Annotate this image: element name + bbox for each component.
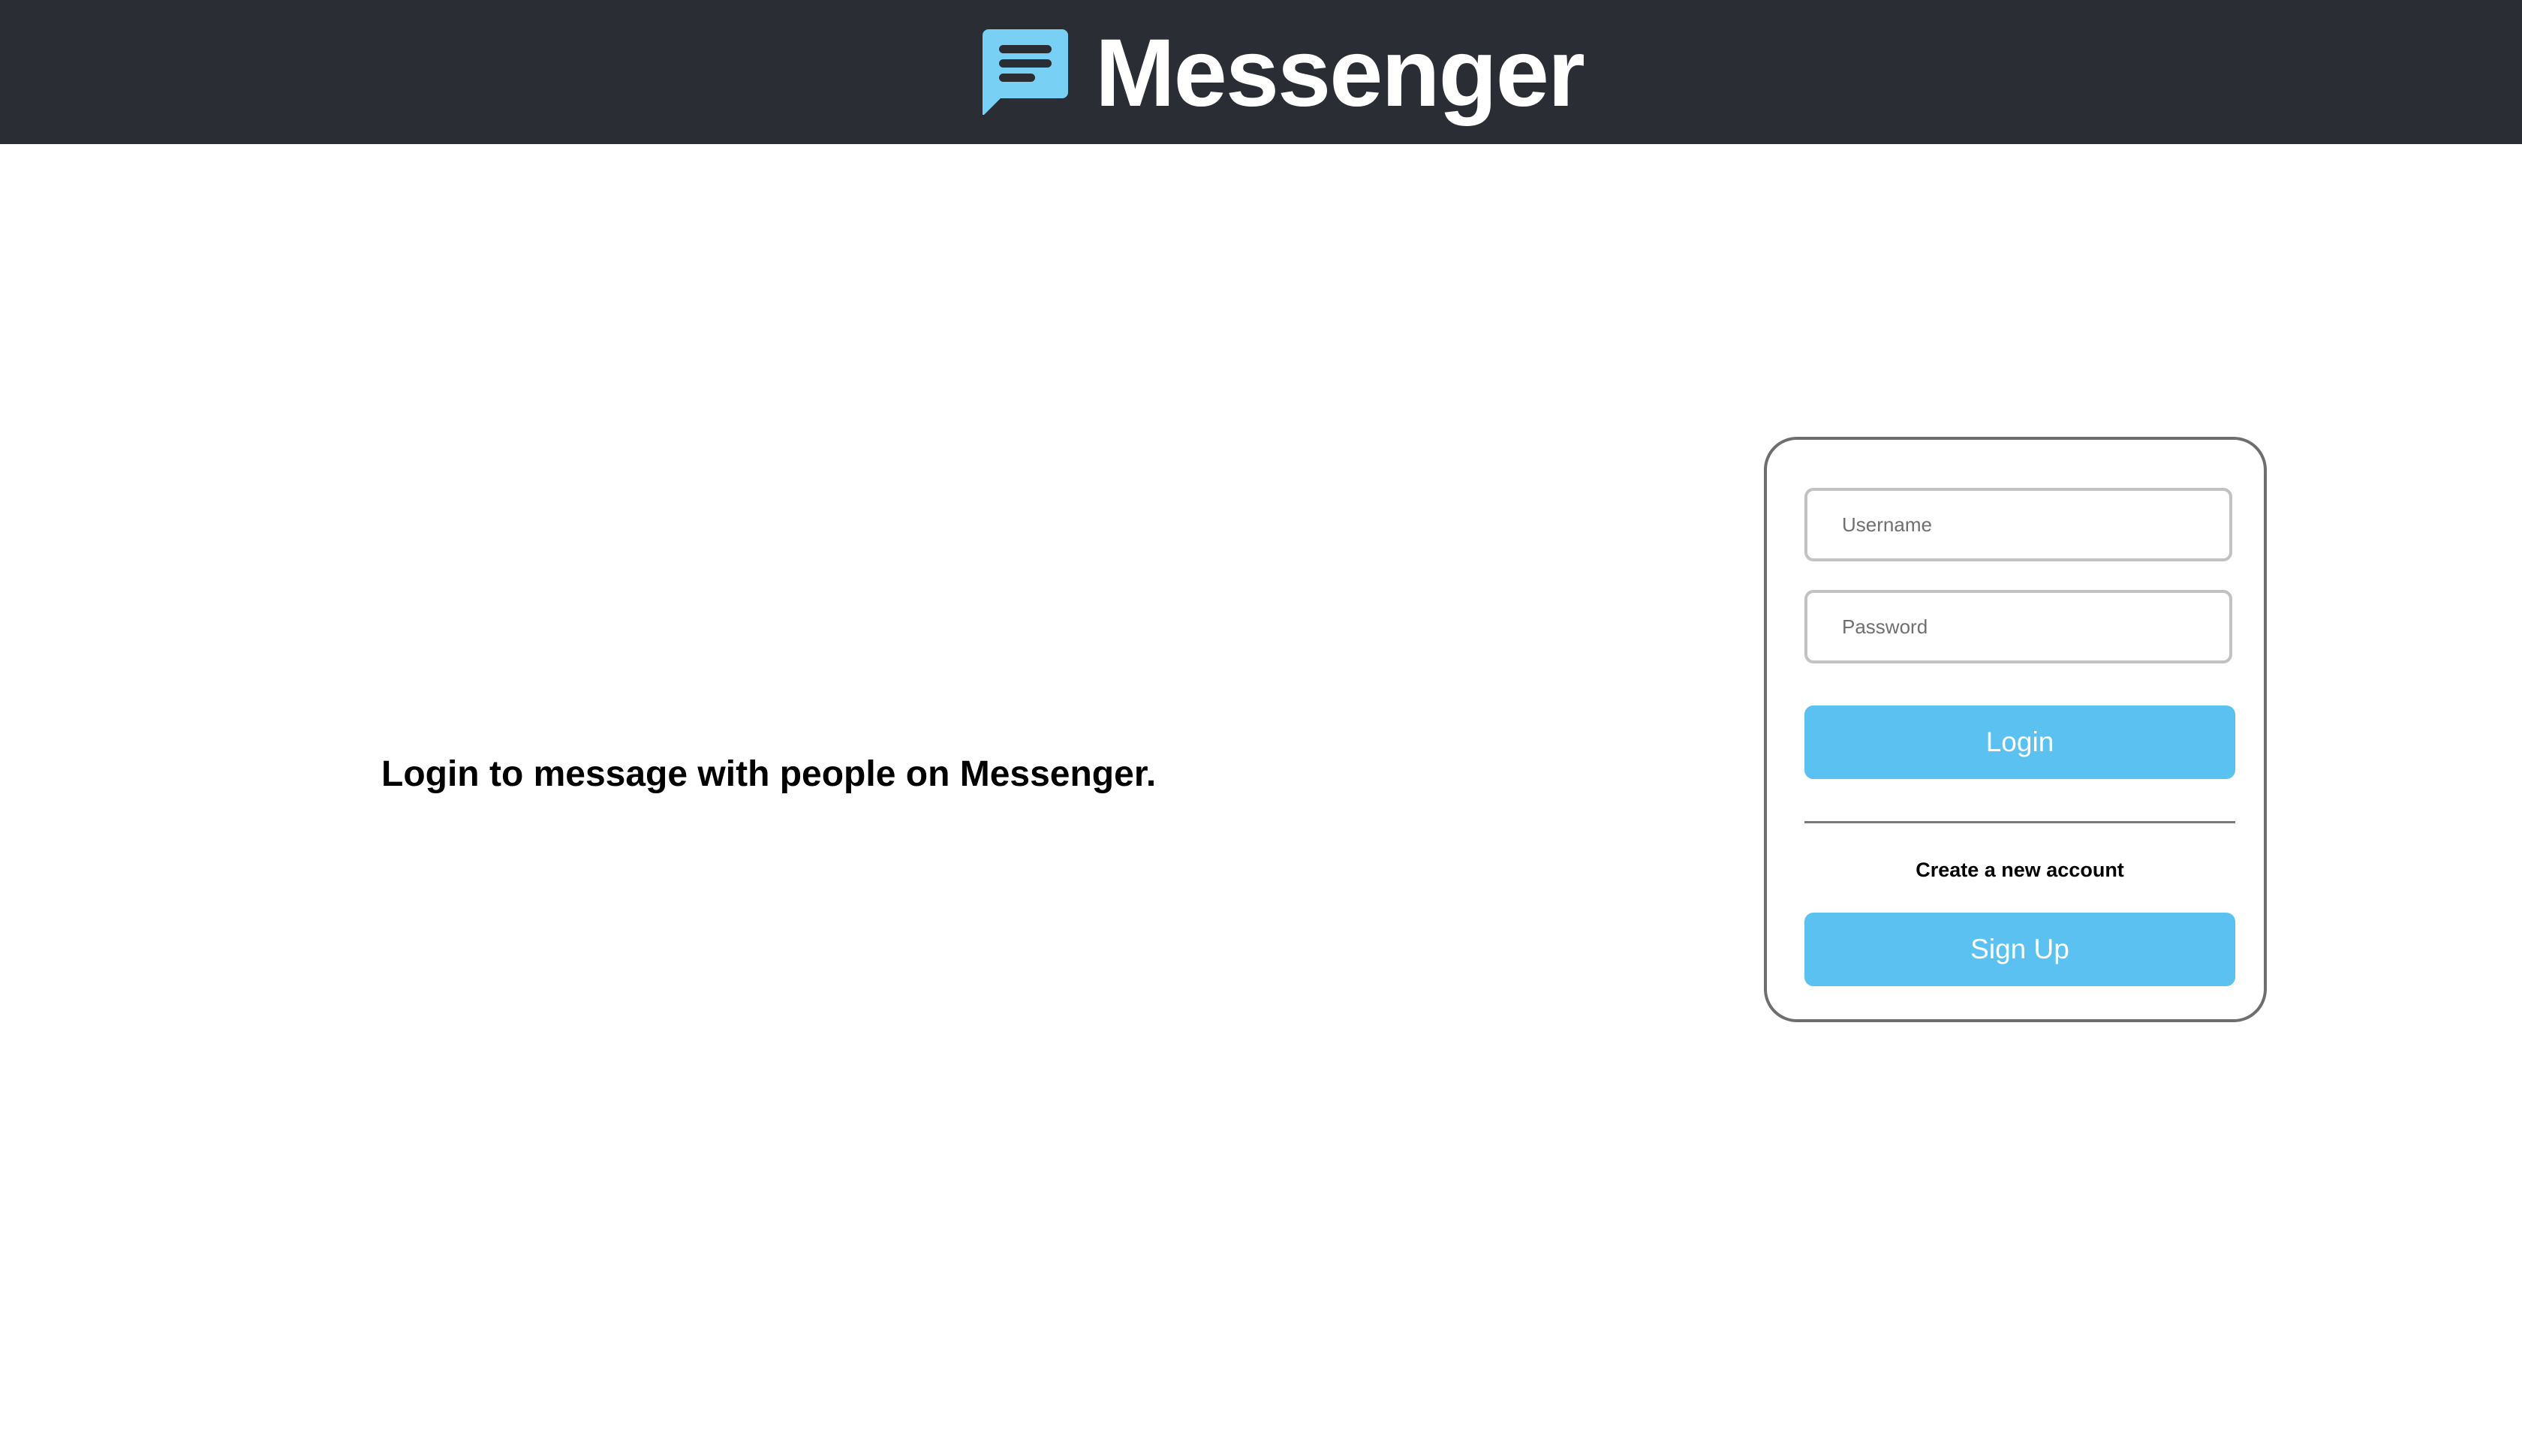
brand[interactable]: Messenger xyxy=(983,0,1585,144)
chat-bubble-icon xyxy=(983,29,1068,115)
login-tagline: Login to message with people on Messenge… xyxy=(381,754,1157,794)
divider xyxy=(1804,821,2235,823)
password-input[interactable] xyxy=(1804,590,2232,663)
login-card: Login Create a new account Sign Up xyxy=(1764,437,2267,1022)
login-button[interactable]: Login xyxy=(1804,705,2235,779)
username-input[interactable] xyxy=(1804,488,2232,561)
top-header: Messenger xyxy=(0,0,2522,144)
create-account-label: Create a new account xyxy=(1916,859,2124,881)
signup-button[interactable]: Sign Up xyxy=(1804,913,2235,986)
app-title: Messenger xyxy=(1095,20,1585,127)
